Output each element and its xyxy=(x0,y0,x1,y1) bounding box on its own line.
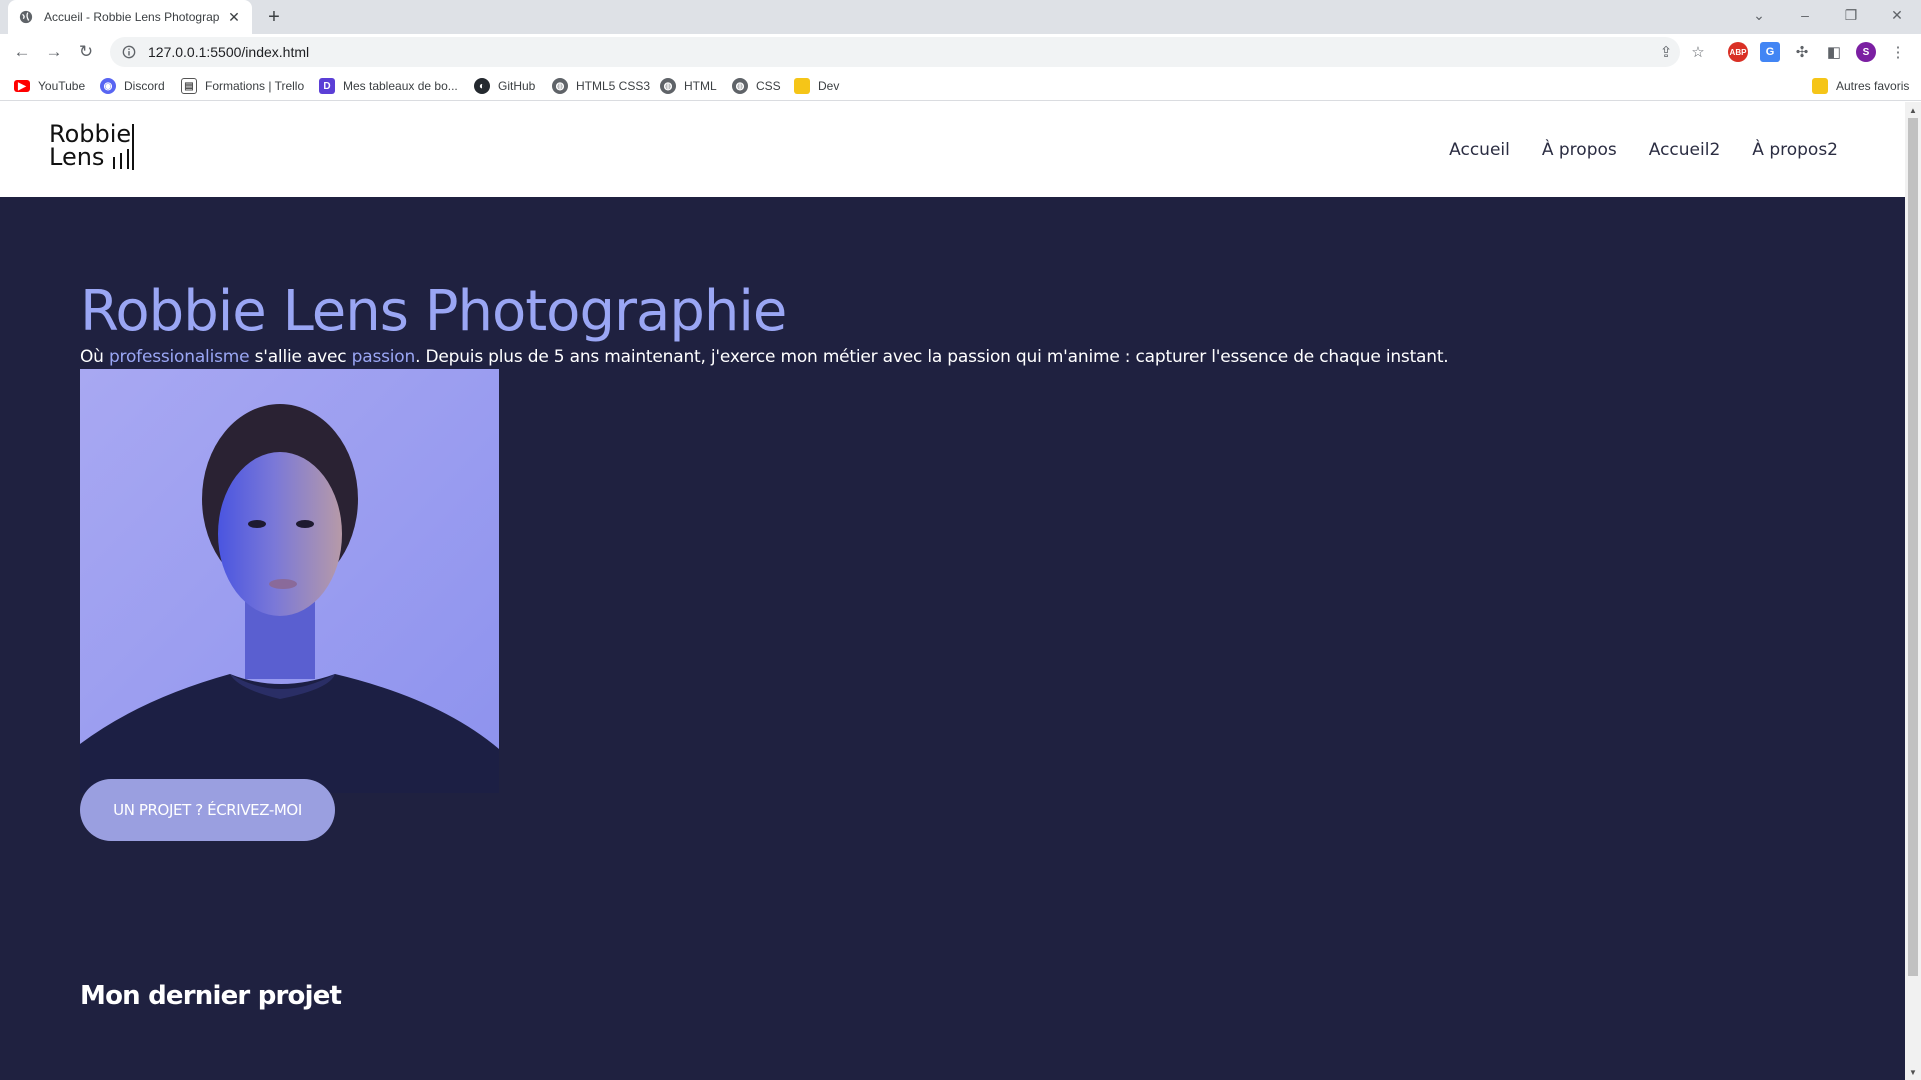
contact-cta-button[interactable]: UN PROJET ? ÉCRIVEZ-MOI xyxy=(80,779,335,841)
logo-line-2: Lens xyxy=(49,143,105,171)
url-text: 127.0.0.1:5500/index.html xyxy=(148,44,310,60)
bookmark-folder-dev[interactable]: Dev xyxy=(794,76,839,96)
hero-intro: Où professionalisme s'allie avec passion… xyxy=(80,347,1449,367)
board-icon: D xyxy=(319,78,335,94)
profile-avatar[interactable]: S xyxy=(1856,42,1876,62)
bookmark-star-icon[interactable]: ☆ xyxy=(1686,40,1710,64)
bookmark-youtube[interactable]: ▶ YouTube xyxy=(14,76,85,96)
side-panel-icon[interactable]: ◧ xyxy=(1822,40,1846,64)
highlight-passion[interactable]: passion xyxy=(352,347,416,367)
globe-icon: ◍ xyxy=(732,78,748,94)
minimize-icon[interactable]: – xyxy=(1782,0,1828,30)
menu-kebab-icon[interactable]: ⋮ xyxy=(1886,40,1910,64)
nav-a-propos[interactable]: À propos xyxy=(1542,140,1617,160)
nav-a-propos2[interactable]: À propos2 xyxy=(1752,140,1838,160)
bookmark-discord[interactable]: ◉ Discord xyxy=(100,76,165,96)
new-tab-button[interactable]: + xyxy=(262,6,286,28)
browser-toolbar: ← → ↻ 127.0.0.1:5500/index.html ⇪ ☆ ABP … xyxy=(0,34,1921,70)
address-bar[interactable]: 127.0.0.1:5500/index.html xyxy=(110,37,1680,67)
translate-extension-icon[interactable]: G xyxy=(1760,42,1780,62)
hero-title: Robbie Lens Photographie xyxy=(80,279,787,344)
close-tab-icon[interactable]: ✕ xyxy=(226,9,242,25)
reload-icon[interactable]: ↻ xyxy=(74,40,98,64)
logo-caret xyxy=(132,124,134,170)
bookmark-html5-css3[interactable]: ◍ HTML5 CSS3 xyxy=(552,76,650,96)
nav-accueil2[interactable]: Accueil2 xyxy=(1649,140,1721,160)
forward-icon[interactable]: → xyxy=(42,40,66,64)
github-icon: ◐ xyxy=(474,78,490,94)
browser-tab-bar: Accueil - Robbie Lens Photograp ✕ + ⌄ – … xyxy=(0,0,1921,34)
globe-icon: ◍ xyxy=(660,78,676,94)
discord-icon: ◉ xyxy=(100,78,116,94)
nav-accueil[interactable]: Accueil xyxy=(1449,140,1510,160)
site-logo[interactable]: Robbie Lens xyxy=(49,122,139,173)
back-icon[interactable]: ← xyxy=(10,40,34,64)
youtube-icon: ▶ xyxy=(14,80,30,92)
bookmark-html[interactable]: ◍ HTML xyxy=(660,76,717,96)
highlight-professionalisme[interactable]: professionalisme xyxy=(109,347,250,367)
bookmarks-bar: ▶ YouTube ◉ Discord ▤ Formations | Trell… xyxy=(0,70,1921,101)
hero-section: Robbie Lens Photographie Où professional… xyxy=(0,197,1905,1080)
main-nav: Accueil À propos Accueil2 À propos2 xyxy=(1449,140,1838,160)
tab-search-icon[interactable]: ⌄ xyxy=(1736,0,1782,30)
bookmark-trello[interactable]: ▤ Formations | Trello xyxy=(181,76,304,96)
restore-icon[interactable]: ❐ xyxy=(1828,0,1874,30)
portrait-photo xyxy=(80,369,499,793)
folder-icon xyxy=(794,78,810,94)
site-info-icon[interactable] xyxy=(120,43,138,61)
bookmark-github[interactable]: ◐ GitHub xyxy=(474,76,535,96)
scroll-up-arrow-icon[interactable]: ▲ xyxy=(1905,102,1921,118)
share-icon[interactable]: ⇪ xyxy=(1654,40,1678,64)
scroll-down-arrow-icon[interactable]: ▼ xyxy=(1905,1064,1921,1080)
site-header: Robbie Lens Accueil À propos Accueil2 À … xyxy=(0,102,1905,197)
page-scrollbar[interactable]: ▲ ▼ xyxy=(1905,102,1921,1080)
trello-icon: ▤ xyxy=(181,78,197,94)
close-window-icon[interactable]: ✕ xyxy=(1874,0,1920,30)
adblock-extension-icon[interactable]: ABP xyxy=(1728,42,1748,62)
tab-title: Accueil - Robbie Lens Photograp xyxy=(44,10,220,24)
other-bookmarks-folder[interactable]: Autres favoris xyxy=(1812,76,1909,96)
browser-tab[interactable]: Accueil - Robbie Lens Photograp ✕ xyxy=(8,0,252,34)
scrollbar-thumb[interactable] xyxy=(1908,118,1918,976)
extensions-icon[interactable]: ✣ xyxy=(1790,40,1814,64)
globe-icon: ◍ xyxy=(552,78,568,94)
folder-icon xyxy=(1812,78,1828,94)
bookmark-tableaux[interactable]: D Mes tableaux de bo... xyxy=(319,76,458,96)
page-viewport: Robbie Lens Accueil À propos Accueil2 À … xyxy=(0,102,1905,1080)
latest-project-heading: Mon dernier projet xyxy=(80,981,342,1011)
globe-icon xyxy=(18,9,34,25)
bookmark-css[interactable]: ◍ CSS xyxy=(732,76,781,96)
